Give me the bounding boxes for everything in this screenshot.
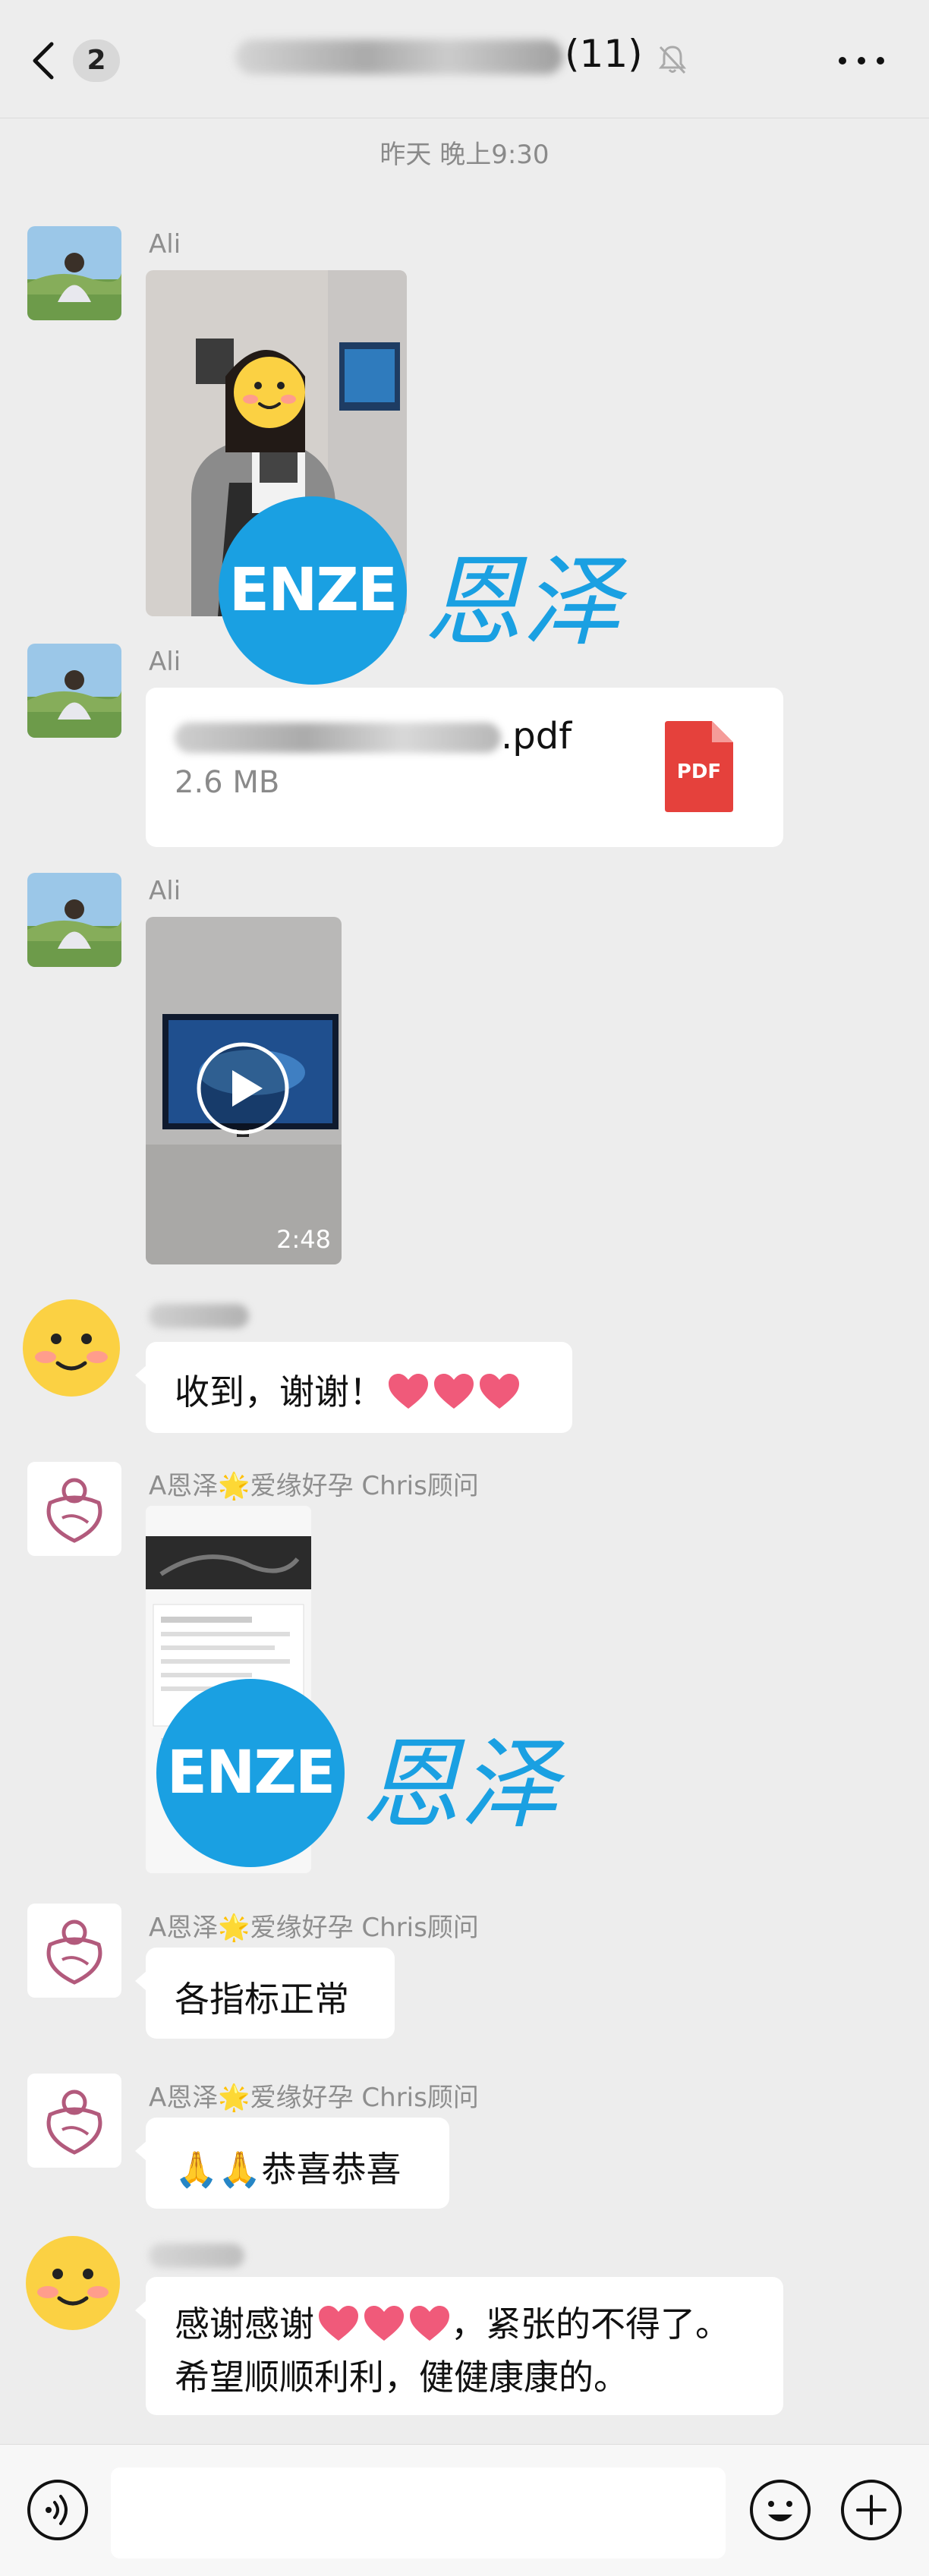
enze-logo-icon (46, 1478, 102, 1543)
enze-logo-icon (46, 2089, 102, 2155)
file-size: 2.6 MB (175, 765, 280, 800)
chat-title-redacted (235, 39, 563, 74)
avatar-ali-image (27, 873, 121, 967)
sender-name: Ali (149, 647, 181, 677)
back-button[interactable]: 2 (29, 36, 128, 85)
avatar-ali-image (27, 226, 121, 320)
sender-name: A恩泽🌟爱缘好孕 Chris顾问 (149, 1913, 479, 1943)
sender-name: A恩泽🌟爱缘好孕 Chris顾问 (149, 2083, 479, 2113)
message-text: 各指标正常 (175, 1979, 349, 2020)
avatar-smiley[interactable] (20, 1296, 123, 1400)
enze-watermark-text: 恩泽 (424, 544, 622, 660)
heart-emoji-icon (410, 2306, 449, 2341)
emoji-icon[interactable] (748, 2478, 812, 2542)
plus-icon[interactable] (839, 2478, 903, 2542)
member-count: (11) (565, 32, 643, 76)
chat-header: 2 (11) (0, 0, 929, 118)
video-message[interactable]: 2:48 (146, 917, 342, 1264)
voice-icon[interactable] (26, 2478, 90, 2542)
sender-name-redacted (149, 2244, 244, 2268)
unread-count-badge: 2 (73, 39, 120, 82)
heart-emoji-icon (434, 1374, 474, 1409)
timestamp: 昨天 晚上9:30 (379, 140, 550, 170)
message-text: 收到，谢谢！ (175, 1365, 521, 1415)
avatar-chris[interactable] (27, 1462, 121, 1556)
text-message-bubble[interactable]: 收到，谢谢！ (135, 1342, 572, 1433)
video-duration: 2:48 (276, 1225, 331, 1254)
file-message-bubble[interactable]: .pdf 2.6 MB PDF (146, 688, 783, 847)
message-text: 🙏🙏恭喜恭喜 (175, 2149, 402, 2190)
sender-name: Ali (149, 876, 181, 906)
mute-bell-icon (658, 46, 687, 74)
heart-emoji-icon (389, 1374, 428, 1409)
avatar-ali[interactable] (27, 644, 121, 738)
sender-name-redacted (149, 1304, 249, 1328)
sender-name: A恩泽🌟爱缘好孕 Chris顾问 (149, 1471, 479, 1501)
text-message-bubble[interactable]: 感谢感谢 ，紧张的不得了。 希望顺顺利利，健健康康的。 (135, 2277, 783, 2415)
input-toolbar (0, 2444, 929, 2576)
back-chevron-icon (33, 42, 54, 80)
play-icon[interactable] (196, 1041, 290, 1135)
enze-logo-icon (46, 1919, 102, 1985)
heart-emoji-icon (480, 1374, 519, 1409)
heart-emoji-icon (364, 2306, 404, 2341)
avatar-smiley[interactable] (23, 2233, 123, 2333)
enze-watermark-text: 恩泽 (361, 1727, 559, 1842)
more-dots-icon[interactable] (835, 46, 888, 76)
message-text-part: ，紧张的不得了。 (451, 2304, 730, 2345)
message-text-part: 感谢感谢 (175, 2304, 314, 2345)
file-type-label: PDF (676, 761, 722, 783)
message-text-line-2: 希望顺顺利利，健健康康的。 (175, 2357, 628, 2398)
avatar-ali-image (27, 644, 121, 738)
enze-watermark-badge: ENZE (156, 1679, 345, 1867)
avatar-chris[interactable] (27, 1904, 121, 1998)
text-message-bubble[interactable]: 各指标正常 (135, 1948, 395, 2039)
message-text-content: 收到，谢谢！ (175, 1371, 384, 1412)
sender-name: Ali (149, 229, 181, 260)
file-name: .pdf (501, 715, 572, 757)
heart-emoji-icon (319, 2306, 358, 2341)
avatar-ali[interactable] (27, 226, 121, 320)
avatar-chris[interactable] (27, 2074, 121, 2168)
pdf-file-icon: PDF (665, 721, 733, 812)
smiley-face-icon (234, 357, 305, 428)
avatar-ali[interactable] (27, 873, 121, 967)
file-name-redacted (175, 723, 501, 753)
message-text-line-1: 感谢感谢 ，紧张的不得了。 (175, 2297, 730, 2347)
text-message-bubble[interactable]: 🙏🙏恭喜恭喜 (135, 2118, 449, 2209)
enze-watermark-badge: ENZE (219, 496, 407, 685)
message-input[interactable] (111, 2467, 726, 2559)
